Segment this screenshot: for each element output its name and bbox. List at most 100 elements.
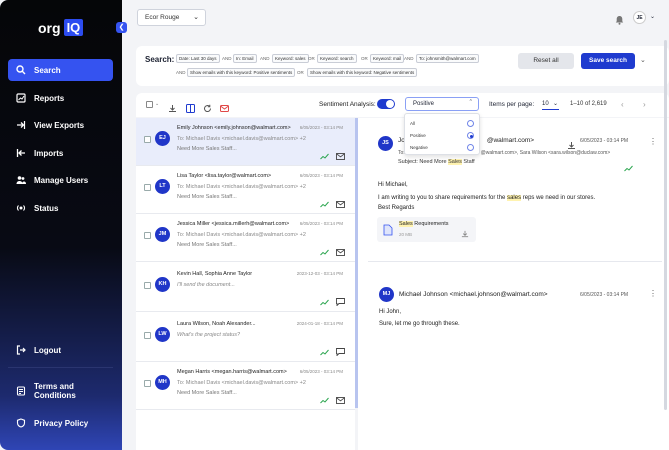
chat-icon[interactable] [336,343,345,361]
privacy-label: Privacy Policy [34,418,89,428]
download-icon[interactable] [567,137,576,155]
user-avatar[interactable]: JE [633,11,646,24]
trend-up-icon [320,391,329,409]
row-checkbox[interactable] [144,380,151,387]
search-chip[interactable]: Keyword: mail [370,54,405,63]
more-options-icon[interactable]: ⋮ [649,137,657,146]
chevron-down-icon[interactable]: ⌄ [650,13,655,20]
search-operator: AND [404,56,414,61]
email-row[interactable]: LW Laura Wilson, Noah Alexander... 2024-… [136,314,355,362]
email-date: 6/05/2023 - 03:14 PM [299,221,343,226]
avatar: EJ [155,131,170,146]
row-checkbox[interactable] [144,282,151,289]
email-date: 2023-12-03 - 03:14 PM [296,271,343,276]
email-to: To: Michael Davis <michael.davis@walmart… [177,380,306,386]
mail-off-icon[interactable] [220,100,229,112]
attachment-size: 20 MB [399,232,413,237]
chevron-down-icon: ⌄ [552,101,558,107]
next-page-icon[interactable]: › [643,100,646,109]
sidebar-item-reports[interactable]: Reports [8,87,113,109]
search-operator: OR [361,56,368,61]
sidebar-item-manage-users[interactable]: Manage Users [8,169,113,191]
chevron-down-icon[interactable]: ⌄ [155,101,164,110]
row-checkbox[interactable] [144,332,151,339]
email-row[interactable]: EJ Emily Johnson <emily.johnson@walmart.… [136,118,355,166]
message-signoff: Best Regards [378,205,415,211]
message-separator [368,261,662,262]
search-icon [16,65,26,75]
users-icon [16,175,26,185]
sidebar-item-search[interactable]: Search [8,59,113,81]
search-panel: Search: Date: Last 30 days AND In: Email… [136,46,669,86]
email-from: Megan Harris <megan.harris@walmart.com> [177,369,287,375]
row-checkbox[interactable] [144,136,151,143]
mail-icon[interactable] [336,147,345,165]
message-greeting: Hi Michael, [378,182,408,188]
email-from: Lisa Taylor <lisa.taylor@walmart.com> [177,173,272,179]
radio-negative[interactable] [467,144,474,151]
sentiment-option-all[interactable]: All [410,121,415,126]
chevron-down-icon[interactable]: ⌄ [640,56,646,64]
download-icon[interactable] [168,100,177,112]
bell-icon[interactable] [615,12,624,30]
sentiment-select[interactable]: Positive ˆ [405,97,479,111]
sidebar-item-imports[interactable]: Imports [8,142,113,164]
search-chip[interactable]: Show emails with this keyword: Negative … [307,68,418,77]
logout-icon [16,345,26,355]
sidebar-item-status[interactable]: Status [8,197,113,219]
save-search-button[interactable]: Save search [581,53,635,69]
search-chip[interactable]: Date: Last 30 days [176,54,220,63]
email-subject: Need More Sales Staff... [177,390,237,396]
radio-positive[interactable] [467,132,474,139]
sentiment-toggle[interactable] [377,99,395,109]
columns-icon[interactable] [186,100,195,113]
email-to: To: Michael Davis <michael.davis@walmart… [177,136,306,142]
mail-icon[interactable] [336,391,345,409]
refresh-icon[interactable] [203,100,212,112]
row-checkbox[interactable] [144,184,151,191]
items-per-page-select[interactable]: 10 ⌄ [542,98,559,110]
reset-all-button[interactable]: Reset all [518,53,574,69]
highlighted-keyword: Sales [399,221,413,227]
logo-badge: IQ [63,19,84,36]
collapse-sidebar-button[interactable]: ❮ [116,22,127,33]
search-chip[interactable]: Keyword: search [317,54,357,63]
select-all-checkbox[interactable] [146,101,153,108]
search-chip[interactable]: In: Email [233,54,257,63]
privacy-link[interactable]: Privacy Policy [8,412,113,434]
message-sender: Michael Johnson <michael.johnson@walmart… [399,291,548,298]
scrollbar[interactable] [664,40,667,410]
sidebar-item-view-exports[interactable]: View Exports [8,114,113,136]
search-chip[interactable]: To: johnsmith@walmart.com [416,54,479,63]
email-list: EJ Emily Johnson <emily.johnson@walmart.… [136,118,355,450]
download-icon[interactable] [461,225,469,243]
prev-page-icon[interactable]: ‹ [621,100,624,109]
email-row[interactable]: JM Jessica Miller <jessica.millerh@walma… [136,214,355,262]
subject-prefix: Subject: Need More [398,159,449,165]
row-checkbox[interactable] [144,232,151,239]
more-options-icon[interactable]: ⋮ [649,289,657,298]
email-row[interactable]: MH Megan Harris <megan.harris@walmart.co… [136,362,355,410]
search-operator: OR [308,56,315,61]
search-chip[interactable]: Keyword: sales [272,54,309,63]
sentiment-dropdown-menu: All Positive Negative [404,113,480,155]
email-to: To: Michael Davis <michael.davis@walmart… [177,184,306,190]
client-select[interactable]: Ecor Rouge ⌄ [137,9,206,26]
sentiment-option-positive[interactable]: Positive [410,133,426,138]
search-chip[interactable]: Show emails with this keyword: Positive … [187,68,296,77]
document-icon [16,386,26,396]
chat-icon[interactable] [336,293,345,311]
logout-button[interactable]: Logout [8,339,113,361]
email-row[interactable]: KH Kevin Hall, Sophia Anne Taylor 2023-1… [136,264,355,312]
attachment-card[interactable]: Sales Requirements 20 MB [377,217,476,242]
sentiment-option-negative[interactable]: Negative [410,145,428,150]
sender-email-end: @walmart.com> [486,137,535,144]
message-date: 6/05/2023 - 03:14 PM [580,292,629,298]
mail-icon[interactable] [336,195,345,213]
mail-icon[interactable] [336,243,345,261]
email-row[interactable]: LT Lisa Taylor <lisa.taylor@walmart.com>… [136,166,355,214]
trend-up-icon [320,195,329,213]
email-subject: Need More Sales Staff... [177,194,237,200]
terms-link[interactable]: Terms and Conditions [8,380,113,402]
radio-all[interactable] [467,120,474,127]
